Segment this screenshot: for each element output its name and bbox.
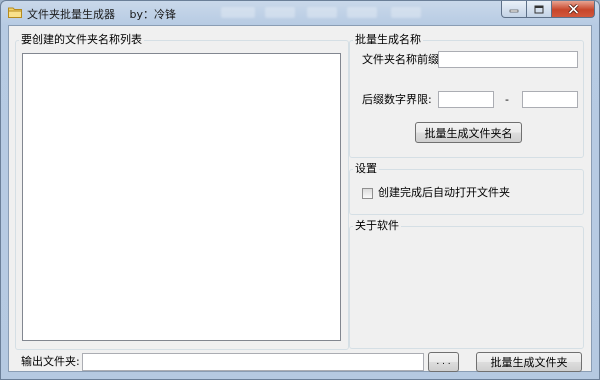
window-title: 文件夹批量生成器 by：冷锋 bbox=[27, 8, 176, 21]
range-start-input[interactable] bbox=[438, 91, 494, 108]
auto-open-label[interactable]: 创建完成后自动打开文件夹 bbox=[378, 186, 510, 200]
about-group: 关于软件 bbox=[349, 219, 584, 349]
maximize-button[interactable] bbox=[527, 1, 552, 18]
background-menu-ghost bbox=[221, 7, 255, 18]
output-label: 输出文件夹: bbox=[21, 355, 80, 368]
prefix-input[interactable] bbox=[438, 51, 578, 68]
close-icon bbox=[567, 4, 579, 14]
auto-open-checkbox[interactable] bbox=[362, 188, 373, 199]
background-menu-ghost bbox=[307, 7, 337, 18]
minimize-icon bbox=[509, 9, 519, 13]
batch-name-group-label: 批量生成名称 bbox=[353, 33, 423, 47]
background-menu-ghost bbox=[391, 7, 421, 18]
prefix-label: 文件夹名称前缀: bbox=[362, 53, 443, 66]
settings-group-label: 设置 bbox=[353, 162, 379, 176]
title-bar[interactable]: 文件夹批量生成器 by：冷锋 bbox=[1, 1, 599, 25]
range-separator: - bbox=[505, 93, 509, 106]
range-label: 后缀数字界限: bbox=[362, 93, 432, 106]
client-area: 要创建的文件夹名称列表 批量生成名称 文件夹名称前缀: 后缀数字界限: - 批量… bbox=[8, 25, 592, 372]
folder-name-list[interactable] bbox=[22, 53, 341, 341]
close-button[interactable] bbox=[552, 1, 595, 18]
browse-button[interactable]: . . . bbox=[428, 352, 459, 372]
background-menu-ghost bbox=[265, 7, 295, 18]
range-end-input[interactable] bbox=[522, 91, 578, 108]
folder-icon bbox=[8, 7, 22, 18]
maximize-icon bbox=[534, 5, 544, 13]
generate-names-button[interactable]: 批量生成文件夹名 bbox=[415, 122, 522, 143]
background-menu-ghost bbox=[347, 7, 377, 18]
about-group-label: 关于软件 bbox=[353, 219, 401, 233]
caption-buttons bbox=[501, 1, 595, 19]
minimize-button[interactable] bbox=[501, 1, 527, 18]
output-path-input[interactable] bbox=[82, 353, 424, 371]
create-folders-button[interactable]: 批量生成文件夹 bbox=[476, 352, 582, 372]
app-window: 文件夹批量生成器 by：冷锋 要创建的文件夹名称列表 批量生成名称 文件夹名称前… bbox=[0, 0, 600, 380]
list-group-label: 要创建的文件夹名称列表 bbox=[19, 33, 144, 47]
